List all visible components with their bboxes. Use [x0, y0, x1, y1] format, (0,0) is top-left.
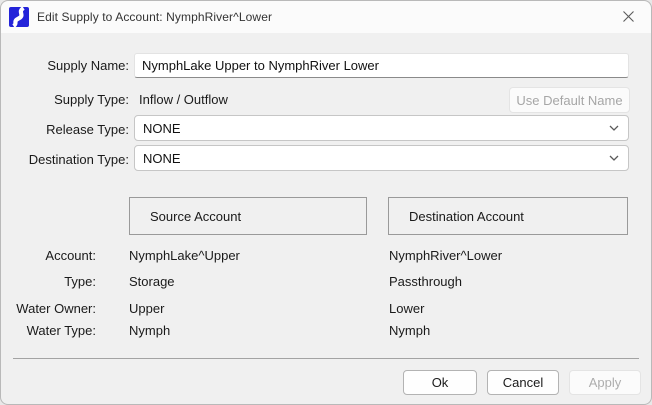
destination-type-value: NONE: [143, 151, 181, 166]
destination-type-label: Destination Type:: [1, 152, 129, 167]
type-row-label: Type:: [1, 274, 96, 289]
footer-separator: [13, 358, 639, 359]
chevron-down-icon: [608, 124, 620, 132]
use-default-name-button[interactable]: Use Default Name: [509, 87, 630, 113]
supply-type-value: Inflow / Outflow: [139, 92, 228, 107]
water-type-row-destination-value: Nymph: [389, 323, 430, 338]
supply-name-label: Supply Name:: [1, 58, 129, 73]
account-row-destination-value: NymphRiver^Lower: [389, 248, 502, 263]
title-bar: Edit Supply to Account: NymphRiver^Lower: [1, 1, 651, 33]
supply-type-label: Supply Type:: [1, 92, 129, 107]
supply-name-input[interactable]: [134, 53, 629, 78]
type-row-destination-value: Passthrough: [389, 274, 462, 289]
cancel-button[interactable]: Cancel: [487, 370, 559, 395]
account-row-label: Account:: [1, 248, 96, 263]
close-icon: [622, 10, 635, 23]
edit-supply-dialog: Edit Supply to Account: NymphRiver^Lower…: [0, 0, 652, 405]
water-type-row-label: Water Type:: [1, 323, 96, 338]
release-type-value: NONE: [143, 121, 181, 136]
window-title: Edit Supply to Account: NymphRiver^Lower: [37, 10, 272, 24]
water-owner-row-source-value: Upper: [129, 301, 164, 316]
source-account-groupbox: Source Account: [129, 197, 367, 235]
release-type-select[interactable]: NONE: [134, 115, 629, 141]
destination-account-groupbox: Destination Account: [388, 197, 628, 235]
apply-button[interactable]: Apply: [569, 370, 641, 395]
destination-type-select[interactable]: NONE: [134, 145, 629, 171]
release-type-label: Release Type:: [1, 122, 129, 137]
close-button[interactable]: [605, 1, 651, 31]
water-type-row-source-value: Nymph: [129, 323, 170, 338]
account-row-source-value: NymphLake^Upper: [129, 248, 240, 263]
riverware-app-icon: [9, 7, 29, 27]
water-owner-row-destination-value: Lower: [389, 301, 424, 316]
ok-button[interactable]: Ok: [403, 370, 477, 395]
water-owner-row-label: Water Owner:: [1, 301, 96, 316]
type-row-source-value: Storage: [129, 274, 175, 289]
chevron-down-icon: [608, 154, 620, 162]
